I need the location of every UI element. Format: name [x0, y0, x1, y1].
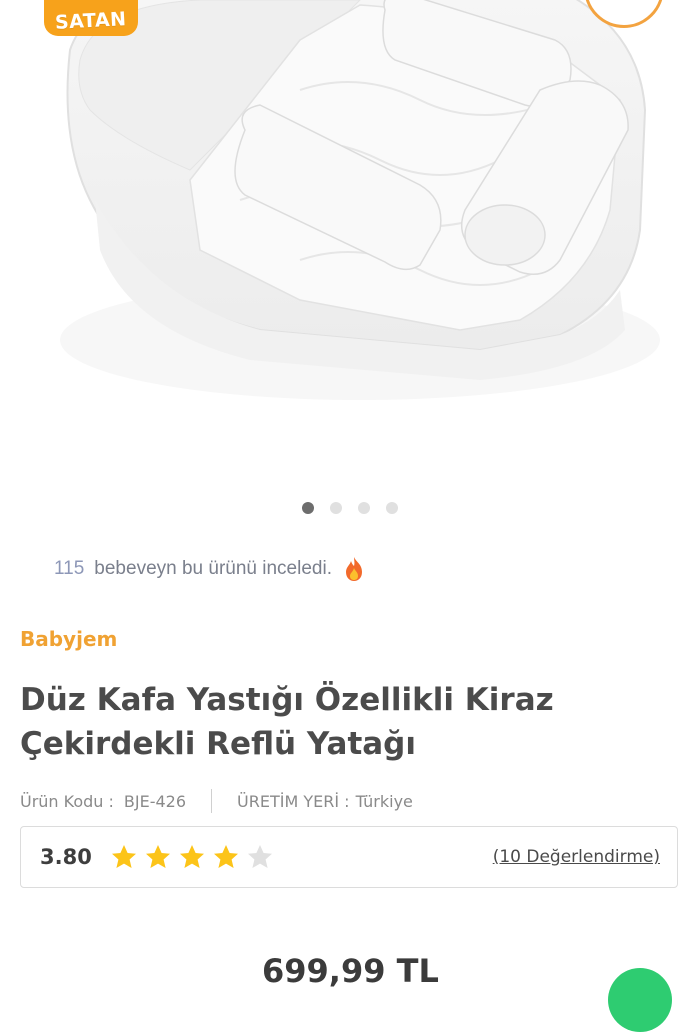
product-price: 699,99 TL — [262, 952, 439, 990]
product-image-gallery[interactable]: SATAN — [0, 0, 700, 490]
pagination-dot[interactable] — [386, 502, 398, 514]
pagination-dot-active[interactable] — [302, 502, 314, 514]
star-filled-icon — [112, 845, 136, 868]
view-count-text: bebeveyn bu ürünü inceledi. — [94, 558, 332, 579]
pagination-dot[interactable] — [358, 502, 370, 514]
brand-link[interactable]: Babyjem — [20, 627, 117, 651]
meta-divider — [211, 789, 213, 813]
star-filled-icon — [214, 845, 238, 868]
fire-icon — [345, 557, 362, 581]
reviews-link[interactable]: (10 Değerlendirme) — [493, 847, 660, 867]
product-image — [60, 0, 660, 400]
star-filled-icon — [146, 845, 170, 868]
star-filled-icon — [180, 845, 204, 868]
origin-value: Türkiye — [355, 791, 413, 811]
view-count-notice: 115 bebeveyn bu ürünü inceledi. — [54, 556, 366, 582]
badge-label: SATAN — [54, 8, 128, 34]
gallery-pagination — [0, 502, 700, 514]
product-code-value: BJE-426 — [123, 791, 187, 811]
rating-stars — [110, 843, 274, 871]
product-title: Düz Kafa Yastığı Özellikli Kiraz Çekirde… — [20, 682, 554, 762]
rating-value: 3.80 — [40, 845, 92, 869]
star-empty-icon — [248, 845, 272, 868]
view-count: 115 — [54, 558, 85, 579]
product-meta: Ürün Kodu : BJE-426 ÜRETİM YERİ : Türkiy… — [20, 789, 413, 813]
pagination-dot[interactable] — [330, 502, 342, 514]
rating-summary[interactable]: 3.80 (10 Değerlendirme) — [20, 826, 678, 888]
whatsapp-button[interactable] — [608, 968, 672, 1032]
product-code-label: Ürün Kodu : — [20, 791, 114, 811]
origin-label: ÜRETİM YERİ : — [237, 791, 350, 811]
bestseller-badge: SATAN — [44, 0, 138, 36]
